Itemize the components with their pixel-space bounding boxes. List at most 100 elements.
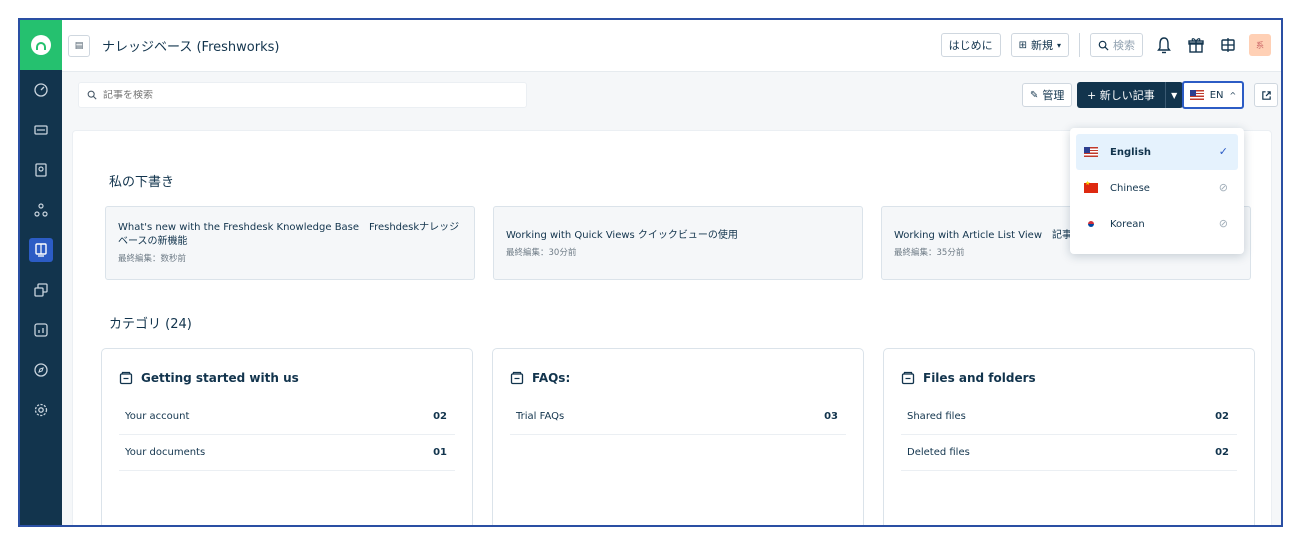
draft-meta: 最終編集：30分前 — [506, 247, 577, 258]
draft-card[interactable]: Working with Quick Views クイックビューの使用 最終編集… — [493, 206, 863, 280]
new-article-split-button: + 新しい記事 ▼ — [1077, 82, 1183, 108]
whats-new-button[interactable] — [1185, 34, 1207, 56]
manage-button[interactable]: ✎ 管理 — [1022, 83, 1073, 107]
sidebar-item-knowledge-base[interactable] — [20, 230, 62, 270]
language-label: English — [1110, 146, 1152, 158]
folder-row[interactable]: Your documents 01 — [119, 435, 455, 471]
top-bar: ▤ ナレッジベース (Freshworks) はじめに ⊞ 新規 ▾ 検索 系 — [62, 20, 1281, 72]
folder-row[interactable]: Trial FAQs 03 — [510, 399, 846, 435]
folder-name: Your documents — [125, 447, 206, 458]
checkmark-icon: ✓ — [1218, 145, 1228, 158]
us-flag-icon — [1189, 90, 1204, 100]
article-count: 02 — [433, 411, 447, 422]
language-label: Korean — [1110, 218, 1145, 230]
category-card: FAQs: Trial FAQs 03 — [492, 348, 864, 525]
category-header[interactable]: Getting started with us — [119, 371, 455, 385]
folder-name: Deleted files — [907, 447, 970, 458]
new-dropdown-button[interactable]: ⊞ 新規 ▾ — [1010, 33, 1069, 57]
category-header[interactable]: Files and folders — [901, 371, 1237, 385]
drafts-heading: 私の下書き — [109, 175, 175, 190]
apps-grid-icon — [1221, 38, 1235, 52]
article-count: 01 — [433, 447, 447, 458]
chevron-up-icon: ^ — [1229, 90, 1237, 100]
language-option-korean[interactable]: Korean ⊘ — [1076, 206, 1238, 242]
new-label: 新規 — [1030, 39, 1053, 52]
category-title: FAQs: — [532, 371, 571, 385]
sidebar-item-groups[interactable] — [20, 190, 62, 230]
new-article-options-button[interactable]: ▼ — [1164, 82, 1183, 108]
category-header[interactable]: FAQs: — [510, 371, 846, 385]
sidebar-item-admin[interactable] — [20, 390, 62, 430]
compass-icon — [34, 363, 48, 377]
panel-toggle-icon: ▤ — [74, 40, 84, 51]
article-count: 02 — [1215, 411, 1229, 422]
folder-row[interactable]: Shared files 02 — [901, 399, 1237, 435]
folder-name: Trial FAQs — [516, 411, 565, 422]
language-option-english[interactable]: English ✓ — [1076, 134, 1238, 170]
new-article-label: + 新しい記事 — [1087, 89, 1155, 102]
folder-row[interactable]: Deleted files 02 — [901, 435, 1237, 471]
article-search-box[interactable] — [78, 82, 527, 108]
draft-card[interactable]: What's new with the Freshdesk Knowledge … — [105, 206, 475, 280]
notifications-button[interactable] — [1153, 34, 1175, 56]
headset-logo-icon — [31, 35, 51, 55]
avatar-initial: 系 — [1256, 40, 1264, 50]
eye-off-icon: ⊘ — [1218, 181, 1228, 194]
chat-icon — [34, 283, 48, 297]
dashboard-icon — [34, 83, 48, 97]
divider — [1079, 33, 1080, 57]
categories-heading: カテゴリ (24) — [109, 317, 192, 332]
gift-icon — [1188, 38, 1204, 53]
sidebar — [20, 20, 62, 525]
sidebar-item-forums[interactable] — [20, 270, 62, 310]
app-window: ▤ ナレッジベース (Freshworks) はじめに ⊞新規▾ 検索 系 ✎管… — [18, 18, 1283, 527]
language-selector-button[interactable]: EN ^ — [1182, 81, 1244, 109]
open-portal-button[interactable] — [1254, 83, 1278, 107]
language-dropdown: English ✓ Chinese ⊘ Korean ⊘ — [1070, 128, 1244, 254]
groups-icon — [34, 203, 48, 217]
bell-icon — [1157, 37, 1171, 54]
new-article-button[interactable]: + 新しい記事 — [1077, 82, 1165, 108]
plus-box-icon: ⊞ — [1018, 39, 1027, 51]
sidebar-item-tickets[interactable] — [20, 110, 62, 150]
sidebar-item-dashboard[interactable] — [20, 70, 62, 110]
user-avatar[interactable]: 系 — [1249, 34, 1271, 56]
freshdesk-logo[interactable] — [20, 20, 62, 70]
category-card: Files and folders Shared files 02 Deleted… — [883, 348, 1255, 525]
folder-icon — [510, 371, 524, 385]
manage-label: 管理 — [1042, 89, 1065, 102]
sidebar-item-discover[interactable] — [20, 350, 62, 390]
folder-row[interactable]: Your account 02 — [119, 399, 455, 435]
page-title: ナレッジベース (Freshworks) — [102, 40, 280, 55]
draft-title: Working with Quick Views クイックビューの使用 — [506, 229, 738, 241]
us-flag-icon — [1084, 147, 1098, 157]
folder-name: Shared files — [907, 411, 966, 422]
kr-flag-icon — [1084, 219, 1098, 229]
category-title: Files and folders — [923, 371, 1036, 385]
reports-icon — [34, 323, 48, 337]
chevron-down-icon: ▾ — [1056, 40, 1061, 50]
sidebar-toggle-button[interactable]: ▤ — [68, 34, 90, 57]
edit-icon: ✎ — [1030, 89, 1039, 101]
folder-icon — [901, 371, 915, 385]
draft-meta: 最終編集：数秒前 — [118, 254, 187, 264]
book-icon — [35, 243, 47, 257]
gear-icon — [34, 403, 48, 417]
sidebar-item-reports[interactable] — [20, 310, 62, 350]
language-option-chinese[interactable]: Chinese ⊘ — [1076, 170, 1238, 206]
article-count: 03 — [824, 411, 838, 422]
toolbar: ✎管理 + 新しい記事 ▼ EN ^ — [62, 72, 1281, 118]
external-link-icon — [1261, 90, 1271, 100]
getting-started-button[interactable]: はじめに — [940, 33, 1001, 57]
sidebar-item-contacts[interactable] — [20, 150, 62, 190]
contacts-icon — [35, 163, 47, 177]
apps-button[interactable] — [1217, 34, 1239, 56]
global-search-button[interactable]: 検索 — [1090, 33, 1143, 57]
article-search-input[interactable] — [103, 89, 503, 101]
folder-name: Your account — [125, 411, 190, 422]
draft-title: What's new with the Freshdesk Knowledge … — [118, 222, 460, 247]
eye-off-icon: ⊘ — [1218, 217, 1228, 230]
folder-icon — [119, 371, 133, 385]
getting-started-label: はじめに — [948, 39, 993, 52]
ticket-icon — [34, 125, 48, 135]
